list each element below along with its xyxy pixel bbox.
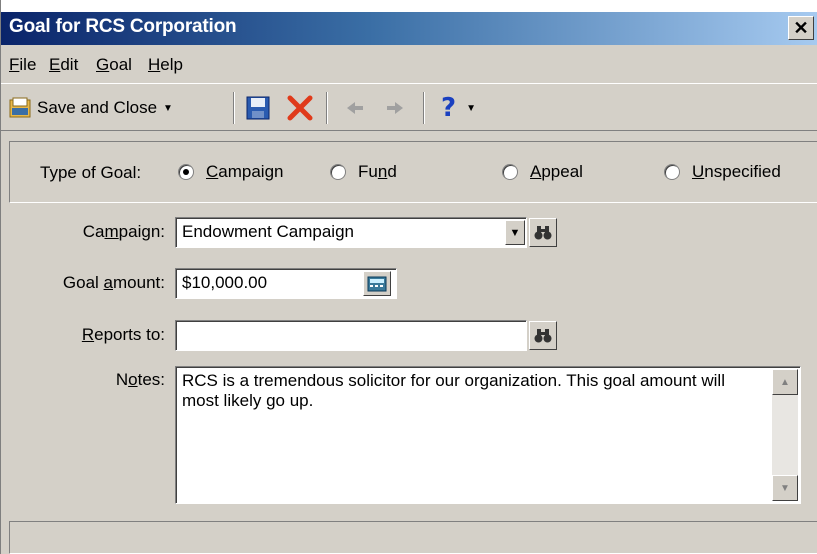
notes-scrollbar[interactable]: ▲ ▼ (772, 369, 798, 501)
delete-x-icon (287, 95, 313, 121)
toolbar-separator (233, 92, 235, 124)
help-question-icon: ? (441, 93, 457, 123)
radio-indicator (178, 164, 194, 180)
menu-edit[interactable]: Edit (49, 55, 78, 75)
window-title: Goal for RCS Corporation (9, 16, 237, 37)
radio-campaign[interactable]: Campaign (178, 162, 284, 182)
arrow-right-icon (387, 102, 403, 114)
arrow-left-icon (347, 102, 363, 114)
scroll-down-icon: ▼ (780, 482, 790, 494)
close-icon: ✕ (793, 18, 809, 38)
delete-button[interactable] (286, 93, 314, 123)
scroll-up-button[interactable]: ▲ (772, 369, 798, 395)
chevron-down-icon[interactable]: ▼ (163, 103, 173, 114)
radio-indicator (330, 164, 346, 180)
menu-goal[interactable]: Goal (96, 55, 132, 75)
radio-indicator (502, 164, 518, 180)
save-button[interactable] (245, 93, 271, 123)
radio-unspecified-label: Unspecified (692, 162, 781, 181)
toolbar-separator (423, 92, 425, 124)
help-button[interactable]: ? ▼ (441, 93, 476, 123)
campaign-dropdown-button[interactable]: ▼ (505, 220, 525, 245)
radio-indicator (664, 164, 680, 180)
close-button[interactable]: ✕ (788, 16, 814, 40)
chevron-down-icon[interactable]: ▼ (466, 103, 476, 114)
binoculars-icon (534, 225, 552, 239)
notes-text: RCS is a tremendous solicitor for our or… (182, 371, 725, 410)
goal-amount-label: Goal amount: (62, 273, 165, 292)
radio-unspecified[interactable]: Unspecified (664, 162, 781, 182)
radio-campaign-label: Campaign (206, 162, 284, 181)
calculator-icon (367, 276, 387, 291)
goal-window: Goal for RCS Corporation ✕ File Edit Goa… (0, 0, 817, 554)
notes-textarea[interactable]: RCS is a tremendous solicitor for our or… (175, 366, 801, 504)
menu-help[interactable]: Help (148, 55, 183, 75)
previous-button[interactable] (345, 93, 365, 123)
chevron-down-icon: ▼ (509, 226, 521, 239)
floppy-disk-icon (246, 96, 270, 120)
campaign-search-button[interactable] (529, 218, 557, 247)
scroll-down-button[interactable]: ▼ (772, 475, 798, 501)
toolbar: Save and Close ▼ ? ▼ (1, 83, 817, 131)
radio-appeal[interactable]: Appeal (502, 162, 583, 182)
radio-fund-label: Fund (358, 162, 397, 181)
menu-file[interactable]: File (9, 55, 36, 75)
goal-type-label: Type of Goal: (40, 163, 142, 182)
campaign-label: Campaign: (82, 222, 165, 241)
calculator-button[interactable] (363, 271, 391, 296)
radio-appeal-label: Appeal (530, 162, 583, 181)
scroll-up-icon: ▲ (780, 376, 790, 388)
save-and-close-label: Save and Close (37, 98, 158, 117)
goal-type-group: Type of Goal: Campaign Fund Appeal Unspe… (9, 141, 817, 203)
status-bar (9, 521, 817, 554)
reports-to-field[interactable] (175, 320, 527, 351)
save-close-icon (9, 97, 31, 118)
binoculars-icon (534, 328, 552, 342)
reports-to-label: Reports to: (81, 325, 165, 344)
campaign-select[interactable]: Endowment Campaign (175, 217, 527, 248)
save-and-close-button[interactable]: Save and Close ▼ (9, 93, 173, 123)
reports-to-search-button[interactable] (529, 321, 557, 350)
menu-bar: File Edit Goal Help (1, 45, 817, 83)
notes-label: Notes: (115, 370, 165, 389)
toolbar-separator (326, 92, 328, 124)
radio-fund[interactable]: Fund (330, 162, 397, 182)
next-button[interactable] (385, 93, 405, 123)
title-bar[interactable]: Goal for RCS Corporation ✕ (1, 0, 817, 45)
